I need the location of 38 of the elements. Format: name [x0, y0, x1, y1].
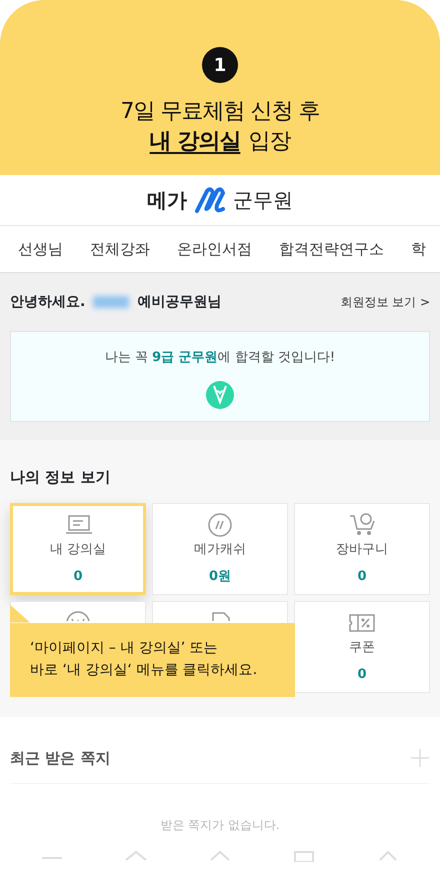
tile-value: 0: [357, 666, 367, 684]
member-info-link[interactable]: 회원정보 보기 >: [340, 293, 430, 311]
book-icon[interactable]: [292, 850, 316, 862]
step-title-emphasis: 내 강의실: [150, 128, 240, 156]
tile-value: 0원: [208, 568, 232, 586]
section-title: 나의 정보 보기: [10, 467, 112, 488]
plus-icon: [410, 748, 430, 768]
cart-icon: [347, 512, 377, 538]
step-title: 7일 무료체험 신청 후: [120, 98, 320, 126]
logo-text: 메가: [147, 187, 187, 214]
section-title: 최근 받은 쪽지: [10, 748, 110, 768]
logo-icon: [193, 185, 227, 215]
mascot-icon: [205, 380, 235, 410]
tooltip-text: ‘마이페이지 – 내 강의실’ 또는: [30, 638, 219, 658]
info-tile[interactable]: 내 강의실 0: [10, 502, 146, 594]
nav-link[interactable]: 합격전략연구소: [279, 238, 384, 260]
step-number: 1: [202, 47, 238, 83]
nav-link[interactable]: 학: [411, 238, 426, 260]
info-tile[interactable]: 장바구니 0: [294, 502, 430, 594]
tile-label: 장바구니: [336, 540, 388, 558]
nav-link[interactable]: 전체강좌: [90, 238, 150, 260]
nav-link[interactable]: 온라인서점: [177, 238, 252, 260]
logo-text: 군무원: [233, 187, 293, 214]
tile-value: 0: [73, 568, 83, 586]
tooltip-text: 바로 ‘내 강의실‘ 메뉴를 클릭하세요.: [30, 660, 258, 680]
tile-label: 쿠폰: [349, 638, 375, 656]
tile-label: 내 강의실: [50, 540, 106, 558]
greeting-text: 안녕하세요.: [10, 292, 86, 312]
info-tile[interactable]: 메가캐쉬 0원: [152, 502, 288, 594]
nav-link[interactable]: 선생님: [18, 238, 63, 260]
member-label: 예비공무원님: [137, 292, 222, 312]
goal-text: 나는 꼭 9급 군무원에 합격할 것입니다!: [104, 349, 336, 367]
redacted-name: [93, 296, 130, 308]
tile-value: 0: [357, 568, 367, 586]
info-tile[interactable]: 쿠폰 0: [294, 600, 430, 692]
tile-label: 메가캐쉬: [194, 540, 246, 558]
empty-message: 받은 쪽지가 없습니다.: [159, 817, 281, 834]
step-title: 입장: [248, 128, 290, 156]
